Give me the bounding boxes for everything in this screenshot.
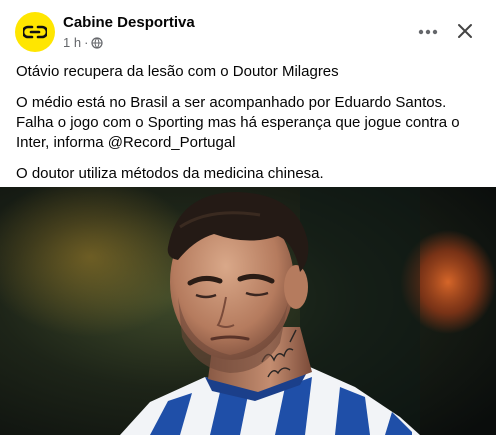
post-headline: Otávio recupera da lesão com o Doutor Mi… xyxy=(16,63,339,80)
more-options-icon xyxy=(418,29,438,35)
more-options-button[interactable] xyxy=(412,18,444,46)
close-icon xyxy=(458,24,472,38)
post-time[interactable]: 1 h xyxy=(63,35,81,50)
page-logo-icon xyxy=(23,25,47,39)
post-meta: 1 h · xyxy=(63,35,104,50)
post-paragraph: O médio está no Brasil a ser acompanhado… xyxy=(16,94,460,151)
page-avatar[interactable] xyxy=(15,12,55,52)
post-photo[interactable] xyxy=(0,187,496,435)
post-paragraph: O doutor utiliza métodos da medicina chi… xyxy=(16,165,324,182)
page-name-link[interactable]: Cabine Desportiva xyxy=(63,14,195,31)
globe-icon xyxy=(91,36,104,49)
post-card: Cabine Desportiva 1 h · Otávio recupera … xyxy=(0,0,496,435)
close-button[interactable] xyxy=(450,16,480,46)
player-photo xyxy=(0,187,496,435)
post-text: Otávio recupera da lesão com o Doutor Mi… xyxy=(16,62,482,195)
post-header: Cabine Desportiva 1 h · xyxy=(0,0,496,60)
meta-separator: · xyxy=(84,35,89,50)
